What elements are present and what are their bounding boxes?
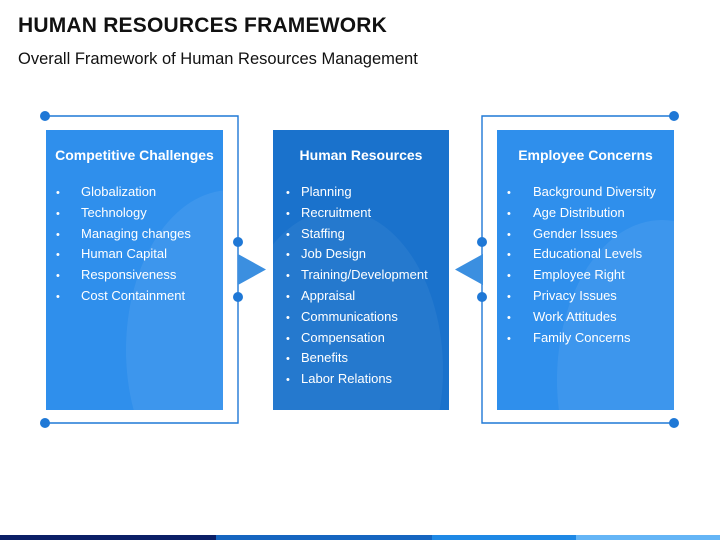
bullet-icon: • [56,207,60,220]
list-item-label: Human Capital [81,246,167,262]
list-item-label: Background Diversity [533,184,656,199]
bullet-icon: • [507,332,511,345]
panel-heading: Competitive Challenges [55,147,214,163]
left-arrow-icon [238,254,266,285]
bullet-icon: • [56,270,60,283]
list-item-label: Planning [301,184,352,199]
list-item-label: Family Concerns [533,329,631,345]
bullet-icon: • [56,249,60,262]
bullet-icon: • [507,187,511,199]
list-item: • Labor Relations [273,369,449,390]
panel-heading: Employee Concerns [518,147,653,163]
list-item: • Communications [273,307,449,328]
list-item-label: Labor Relations [301,371,393,387]
footer-bar-segment [0,535,216,540]
list-item-label: Training/Development [301,267,428,283]
right-upper-mid-dot [477,237,487,247]
list-item: • Job Design [273,244,449,265]
list-item-label: Compensation [301,329,385,345]
bullet-icon: • [507,311,511,324]
right-bottom-dot [669,418,679,428]
list-item: • Cost Containment [46,286,223,307]
bullet-icon: • [507,270,511,283]
bullet-icon: • [507,207,511,220]
bullet-icon: • [286,270,290,283]
right-top-dot [669,111,679,121]
list-item: • Benefits [273,348,449,369]
list-item-label: Gender Issues [533,225,618,241]
hr-function-list: • Planning • Recruitment • Staffing • Job De… [273,182,449,390]
list-item: • Recruitment [273,203,449,224]
list-item: • Technology [46,203,223,224]
employee-concerns-panel: Employee Concerns • Background Diversity … [497,130,674,410]
list-item: • Gender Issues [497,224,674,245]
footer-bar-segment [576,535,720,540]
list-item: • Staffing [273,224,449,245]
list-item-label: Benefits [301,350,348,366]
list-item-label: Work Attitudes [533,308,617,324]
bullet-icon: • [507,249,511,262]
list-item: • Human Capital [46,244,223,265]
bullet-icon: • [56,290,60,303]
list-item-label: Employee Right [533,267,625,283]
list-item: • Appraisal [273,286,449,307]
list-item-label: Age Distribution [533,204,625,220]
left-bottom-dot [40,418,50,428]
bullet-icon: • [56,187,60,199]
bullet-icon: • [286,228,290,241]
list-item: • Work Attitudes [497,307,674,328]
list-item: • Privacy Issues [497,286,674,307]
list-item-label: Communications [301,308,398,324]
list-item: • Family Concerns [497,328,674,349]
list-item-label: Managing changes [81,225,191,241]
footer-bar-segment [216,535,432,540]
panel-heading: Human Resources [299,147,423,163]
list-item-label: Job Design [301,246,367,262]
list-item: • Globalization [46,182,223,203]
bullet-icon: • [286,353,290,366]
right-arrow-icon [455,254,483,285]
footer-bar-segment [432,535,576,540]
list-item: • Managing changes [46,224,223,245]
footer-color-bar [0,535,720,540]
list-item-label: Appraisal [301,287,356,303]
bullet-icon: • [507,228,511,241]
list-item: • Educational Levels [497,244,674,265]
list-item: • Responsiveness [46,265,223,286]
bullet-icon: • [286,374,290,387]
list-item-label: Cost Containment [81,287,186,303]
list-item-label: Recruitment [301,204,372,220]
list-item-label: Staffing [301,225,345,241]
bullet-icon: • [286,187,290,199]
list-item: • Training/Development [273,265,449,286]
human-resources-panel: Human Resources • Planning • Recruitment •… [273,130,449,410]
bullet-icon: • [286,332,290,345]
competitive-challenges-panel: Competitive Challenges • Globalization • T… [46,130,223,410]
list-item: • Employee Right [497,265,674,286]
bullet-icon: • [56,228,60,241]
concern-list: • Background Diversity • Age Distribution … [497,182,674,348]
list-item: • Planning [273,182,449,203]
list-item-label: Technology [81,204,147,220]
list-item-label: Privacy Issues [533,287,617,303]
list-item: • Background Diversity [497,182,674,203]
left-lower-mid-dot [233,292,243,302]
left-top-dot [40,111,50,121]
list-item-label: Responsiveness [81,267,177,283]
bullet-icon: • [507,290,511,303]
list-item-label: Globalization [81,184,157,199]
list-item: • Compensation [273,328,449,349]
list-item-label: Educational Levels [533,246,643,262]
list-item: • Age Distribution [497,203,674,224]
challenge-list: • Globalization • Technology • Managing cha… [46,182,223,307]
bullet-icon: • [286,249,290,262]
bullet-icon: • [286,311,290,324]
right-lower-mid-dot [477,292,487,302]
left-upper-mid-dot [233,237,243,247]
bullet-icon: • [286,207,290,220]
bullet-icon: • [286,290,290,303]
